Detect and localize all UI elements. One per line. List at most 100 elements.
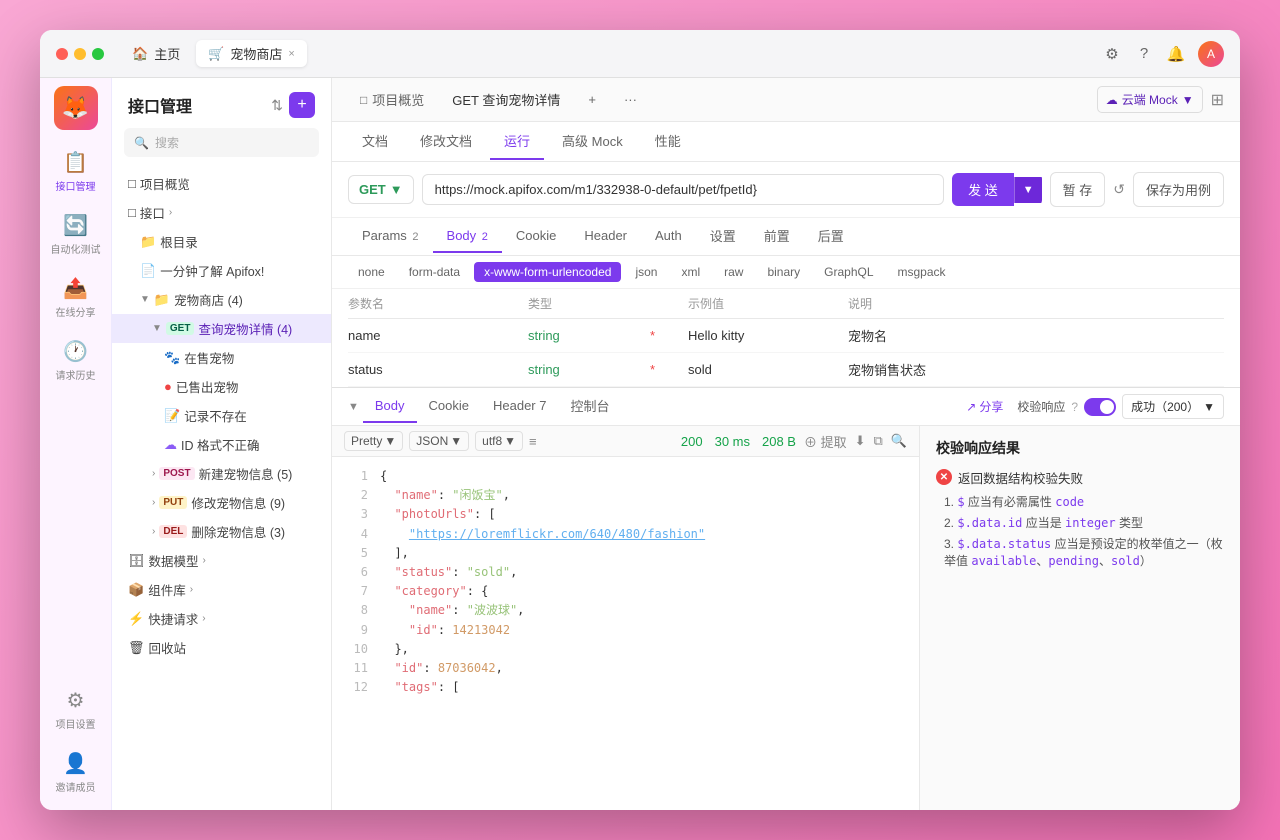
download-icon[interactable]: ⬇ — [855, 433, 866, 449]
param-tab-settings[interactable]: 设置 — [696, 218, 750, 255]
resp-tab-body[interactable]: Body — [363, 390, 417, 423]
tree-item-trash[interactable]: 🗑 回收站 — [112, 633, 331, 662]
collapse-icon[interactable]: ▼ — [348, 401, 359, 413]
titlebar-tab-home[interactable]: 🏠 主页 — [120, 40, 192, 67]
tab-advanced-mock[interactable]: 高级 Mock — [548, 123, 637, 160]
tab-project-overview[interactable]: □ 项目概览 — [348, 84, 436, 115]
tab-performance[interactable]: 性能 — [641, 123, 695, 160]
filter-icon[interactable]: ⇅ — [271, 97, 283, 114]
json-select[interactable]: JSON ▼ — [409, 431, 469, 451]
tree-item-post-pet[interactable]: › POST 新建宠物信息 (5) — [112, 459, 331, 488]
home-icon: 🏠 — [132, 46, 148, 62]
share-button[interactable]: ↗ 分享 — [966, 398, 1003, 415]
bell-icon[interactable]: 🔔 — [1166, 44, 1186, 64]
body-type-none[interactable]: none — [348, 262, 395, 282]
body-type-binary[interactable]: binary — [757, 262, 810, 282]
resp-tab-header[interactable]: Header 7 — [481, 390, 558, 423]
close-button[interactable] — [56, 48, 68, 60]
titlebar-tab-petstore[interactable]: 🛒 宠物商店 × — [196, 40, 307, 67]
validate-toggle[interactable] — [1084, 398, 1116, 416]
extract-icon[interactable]: ⊕ 提取 — [804, 432, 847, 451]
resp-tab-console[interactable]: 控制台 — [558, 388, 621, 425]
refresh-icon[interactable]: ↺ — [1113, 181, 1125, 198]
tree-item-data-model[interactable]: 🗄 数据模型 › — [112, 546, 331, 575]
save-example-button[interactable]: 保存为用例 — [1133, 172, 1224, 207]
cloud-mock-button[interactable]: ☁ 云端 Mock ▼ — [1097, 86, 1203, 113]
add-button[interactable]: + — [289, 92, 315, 118]
layout-icon[interactable]: ⊞ — [1211, 90, 1224, 110]
encoding-select[interactable]: utf8 ▼ — [475, 431, 523, 451]
method-select[interactable]: GET ▼ — [348, 175, 414, 204]
maximize-button[interactable] — [92, 48, 104, 60]
save-temp-button[interactable]: 暂 存 — [1050, 172, 1106, 207]
petstore-label: 宠物商店 (4) — [174, 290, 243, 309]
tab-get-pet-detail[interactable]: GET 查询宠物详情 — [440, 84, 572, 115]
param-tab-cookie[interactable]: Cookie — [502, 220, 570, 253]
param-tab-header[interactable]: Header — [570, 220, 641, 253]
tab-doc[interactable]: 文档 — [348, 123, 402, 160]
tree-item-pet-not-found[interactable]: 📝 记录不存在 — [112, 401, 331, 430]
send-dropdown-button[interactable]: ▼ — [1014, 177, 1042, 203]
help-icon[interactable]: ? — [1134, 44, 1154, 64]
body-type-msgpack[interactable]: msgpack — [888, 262, 956, 282]
send-button[interactable]: 发 送 ▼ — [952, 173, 1042, 206]
search-bar[interactable]: 🔍 搜索 — [124, 128, 319, 157]
close-tab-icon[interactable]: × — [288, 48, 294, 60]
sidebar-item-auto-test[interactable]: 🔄 自动化测试 — [46, 205, 106, 264]
tree-item-overview[interactable]: □ 项目概览 — [112, 169, 331, 198]
avatar[interactable]: A — [1198, 41, 1224, 67]
tab-edit-doc[interactable]: 修改文档 — [406, 123, 486, 160]
status-select[interactable]: 成功（200） ▼ — [1122, 394, 1224, 419]
body-type-graphql[interactable]: GraphQL — [814, 262, 883, 282]
body-type-raw[interactable]: raw — [714, 262, 753, 282]
tree-item-pet-in-sale[interactable]: 🐾 在售宠物 — [112, 343, 331, 372]
tab-add[interactable]: + — [576, 86, 608, 113]
tree-item-put-pet[interactable]: › PUT 修改宠物信息 (9) — [112, 488, 331, 517]
tab-more[interactable]: ··· — [612, 86, 649, 113]
tree-item-quick-req[interactable]: ⚡ 快捷请求 › — [112, 604, 331, 633]
tree-item-pet-invalid-id[interactable]: ☁ ID 格式不正确 — [112, 430, 331, 459]
pretty-select[interactable]: Pretty ▼ — [344, 431, 403, 451]
body-type-xml[interactable]: xml — [671, 262, 710, 282]
body-type-urlencoded[interactable]: x-www-form-urlencoded — [474, 262, 621, 282]
tree-item-root[interactable]: 📁 根目录 — [112, 227, 331, 256]
param-tab-body[interactable]: Body 2 — [433, 220, 502, 253]
sidebar-item-project-settings[interactable]: ⚙ 项目设置 — [46, 680, 106, 739]
tree-item-components[interactable]: 📦 组件库 › — [112, 575, 331, 604]
status-chevron: ▼ — [1203, 400, 1215, 414]
tree-item-pet-store[interactable]: ▼ 📁 宠物商店 (4) — [112, 285, 331, 314]
petstore-chevron: ▼ — [140, 294, 150, 305]
method-chevron: ▼ — [390, 182, 403, 197]
param-tab-pre[interactable]: 前置 — [750, 218, 804, 255]
url-input[interactable] — [422, 174, 945, 205]
topbar-right: ☁ 云端 Mock ▼ ⊞ — [1097, 86, 1224, 113]
body-type-json[interactable]: json — [625, 262, 667, 282]
minimize-button[interactable] — [74, 48, 86, 60]
project-settings-label: 项目设置 — [56, 716, 96, 731]
left-panel: 接口管理 ⇅ + 🔍 搜索 □ 项目概览 □ 接口 › — [112, 78, 332, 810]
sidebar-item-history[interactable]: 🕐 请求历史 — [46, 331, 106, 390]
param-tab-post[interactable]: 后置 — [804, 218, 858, 255]
tree-item-interface[interactable]: □ 接口 › — [112, 198, 331, 227]
icon-sidebar: 🦊 📋 接口管理 🔄 自动化测试 📤 在线分享 🕐 请求历史 ⚙ 项目设置 — [40, 78, 112, 810]
search-icon[interactable]: 🔍 — [891, 433, 907, 449]
format-icon[interactable]: ≡ — [529, 434, 537, 449]
resp-tab-cookie[interactable]: Cookie — [417, 390, 481, 423]
settings-icon[interactable]: ⚙ — [1102, 44, 1122, 64]
send-main-button[interactable]: 发 送 — [952, 173, 1014, 206]
tree-item-get-pet[interactable]: ▼ GET 查询宠物详情 (4) — [112, 314, 331, 343]
validate-help-icon[interactable]: ? — [1071, 400, 1078, 414]
left-panel-header: 接口管理 ⇅ + — [112, 78, 331, 128]
tree-item-del-pet[interactable]: › DEL 删除宠物信息 (3) — [112, 517, 331, 546]
sidebar-item-invite[interactable]: 👤 邀请成员 — [46, 743, 106, 802]
copy-icon[interactable]: ⧉ — [874, 433, 883, 449]
tab-run[interactable]: 运行 — [490, 123, 544, 160]
tree-item-pet-sold[interactable]: ● 已售出宠物 — [112, 372, 331, 401]
body-type-form-data[interactable]: form-data — [399, 262, 470, 282]
tree-item-apifox-intro[interactable]: 📄 一分钟了解 Apifox! — [112, 256, 331, 285]
param-tab-params[interactable]: Params 2 — [348, 220, 433, 253]
sidebar-item-share[interactable]: 📤 在线分享 — [46, 268, 106, 327]
response-stats: 200 30 ms 208 B — [681, 434, 796, 449]
param-tab-auth[interactable]: Auth — [641, 220, 696, 253]
sidebar-item-api-manage[interactable]: 📋 接口管理 — [46, 142, 106, 201]
